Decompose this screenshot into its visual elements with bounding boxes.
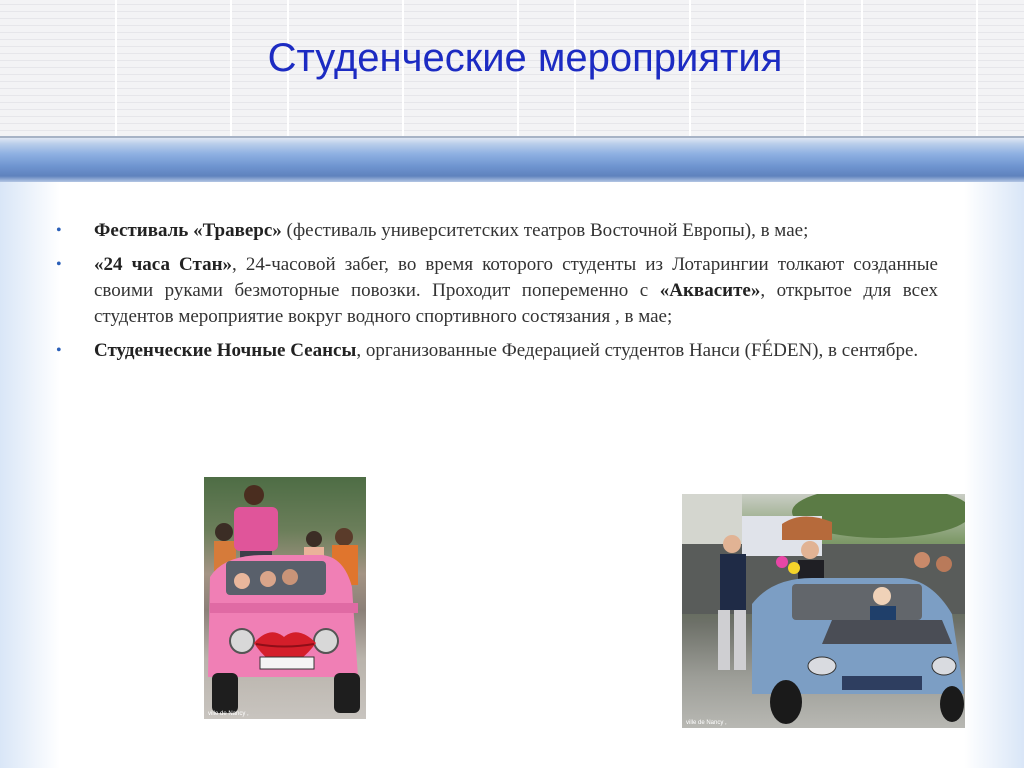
event-description: (фестиваль университетских театров Восто…: [281, 220, 809, 241]
list-item: • Студенческие Ночные Сеансы, организова…: [56, 338, 938, 364]
event-name-secondary: «Аквасите»: [659, 280, 761, 301]
bullet-list: • Фестиваль «Траверс» (фестиваль универс…: [56, 218, 938, 372]
event-name: Студенческие Ночные Сеансы: [94, 340, 357, 361]
blue-car-illustration: [682, 494, 965, 724]
slide-title: Студенческие мероприятия: [267, 36, 783, 80]
photo-credit: ville de Nancy ,: [208, 711, 249, 717]
header-band: [0, 138, 1024, 182]
photo-blue-car: ville de Nancy ,: [682, 494, 965, 728]
event-name: Фестиваль «Траверс»: [94, 220, 282, 241]
event-name: «24 часа Стан»: [94, 254, 233, 275]
pink-car-illustration: [208, 485, 360, 713]
bullet-icon: •: [56, 222, 62, 239]
photo-credit: ville de Nancy ,: [686, 720, 727, 726]
bullet-icon: •: [56, 256, 62, 273]
list-item: • «24 часа Стан», 24-часовой забег, во в…: [56, 252, 938, 330]
photo-pink-car: ville de Nancy ,: [204, 477, 366, 719]
event-description: , организованные Федерацией студентов На…: [356, 340, 919, 361]
bullet-icon: •: [56, 342, 62, 359]
list-item: • Фестиваль «Траверс» (фестиваль универс…: [56, 218, 938, 244]
